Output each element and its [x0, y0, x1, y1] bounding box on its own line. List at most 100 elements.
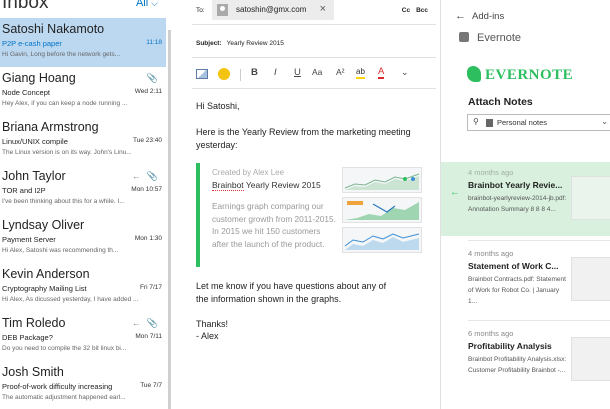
- body-greeting: Hi Satoshi,: [196, 101, 240, 111]
- superscript-button[interactable]: A²: [336, 67, 345, 77]
- message-time: Mon 10:57: [131, 186, 162, 193]
- formatting-toolbar: B I U Aa A² ab A ⌄: [196, 67, 436, 83]
- bcc-button[interactable]: Bcc: [416, 7, 428, 14]
- message-time: Fri 7/17: [139, 284, 162, 291]
- back-arrow-icon: ←: [455, 10, 466, 22]
- message-list-item[interactable]: Satoshi Nakamoto P2P e-cash paper 11:18 …: [0, 18, 166, 67]
- inbox-pane: Inbox All ⌵ Satoshi Nakamoto P2P e-cash p…: [0, 0, 172, 409]
- subject-field[interactable]: Subject: Yearly Review 2015: [196, 40, 284, 47]
- reply-icon: ←: [131, 171, 141, 181]
- thumbnail-chart-2: [342, 197, 422, 223]
- bold-button[interactable]: B: [251, 67, 258, 78]
- note-age: 4 months ago: [468, 168, 514, 177]
- notebook-select[interactable]: ⚲ Personal notes ⌄: [467, 114, 610, 131]
- back-to-addins-button[interactable]: ← Add-ins: [455, 10, 504, 22]
- note-age: 4 months ago: [468, 249, 514, 258]
- card-title: Brainbot Yearly Review 2015: [212, 180, 321, 191]
- italic-button[interactable]: I: [274, 67, 277, 78]
- note-title: Profitability Analysis: [468, 341, 552, 351]
- note-title: Brainbot Yearly Revie...: [468, 180, 563, 190]
- note-title: Statement of Work C...: [468, 261, 559, 271]
- message-list-item[interactable]: Josh Smith Proof-of-work difficulty incr…: [0, 361, 166, 409]
- inbox-header: Inbox All ⌵: [0, 0, 172, 18]
- attach-notes-heading: Attach Notes: [468, 96, 533, 108]
- attach-arrow-icon: ←: [450, 187, 460, 198]
- message-time: Mon 1:30: [134, 235, 162, 242]
- notebook-selected-value: Personal notes: [497, 118, 548, 127]
- cc-button[interactable]: Cc: [402, 7, 410, 14]
- card-thumbnail: [342, 167, 422, 253]
- inbox-filter-dropdown[interactable]: All ⌵: [136, 0, 158, 9]
- note-list-item[interactable]: ← 4 months ago Brainbot Yearly Revie... …: [441, 162, 610, 236]
- message-list-item[interactable]: Briana Armstrong Linux/UNIX compile Tue …: [0, 116, 166, 165]
- message-preview: Hi Alex, Satoshi was recommending th...: [2, 247, 119, 254]
- message-time: 11:18: [146, 39, 162, 46]
- message-preview: Hi Gavin, Long before the network gets..…: [2, 51, 121, 58]
- message-list-item[interactable]: John Taylor ← 📎 TOR and I2P Mon 10:57 I'v…: [0, 165, 166, 214]
- body-intro-line-2: yesterday:: [196, 140, 238, 150]
- thumbnail-chart-1: [342, 167, 422, 193]
- search-icon: ⚲: [473, 117, 479, 126]
- card-title-rest: Yearly Review 2015: [243, 180, 321, 190]
- message-list-item[interactable]: Lyndsay Oliver Payment Server Mon 1:30 H…: [0, 214, 166, 263]
- divider: [192, 24, 436, 25]
- chevron-down-icon: ⌄: [601, 117, 608, 126]
- thumbnail-graph: [344, 233, 420, 250]
- note-thumbnail: [571, 176, 610, 220]
- outlook-window: Inbox All ⌵ Satoshi Nakamoto P2P e-cash p…: [0, 0, 610, 409]
- message-sender: John Taylor: [2, 169, 66, 183]
- note-list-item[interactable]: 6 months ago Profitability Analysis Brai…: [441, 323, 610, 397]
- highlight-button[interactable]: ab: [356, 67, 365, 79]
- recipient-email: satoshin@gmx.com: [236, 5, 307, 14]
- inbox-scrollbar[interactable]: [168, 30, 171, 409]
- subject-label: Subject:: [196, 40, 222, 47]
- emoji-icon[interactable]: [218, 68, 230, 80]
- body-intro-line-1: Here is the Yearly Review from the marke…: [196, 127, 411, 137]
- inbox-title: Inbox: [2, 0, 49, 13]
- toolbar-separator: [240, 69, 241, 81]
- evernote-attached-note-card[interactable]: Created by Alex Lee Brainbot Yearly Revi…: [196, 163, 440, 267]
- more-options-chevron-icon[interactable]: ⌄: [401, 67, 409, 78]
- divider: [468, 320, 610, 321]
- message-preview: The automatic adjustment happened earl..…: [2, 394, 126, 401]
- evernote-logo-text: EVERNOTE: [485, 67, 574, 83]
- message-list-item[interactable]: Giang Hoang 📎 Node Concept Wed 2:11 Hey …: [0, 67, 166, 116]
- paperclip-icon: 📎: [146, 73, 158, 83]
- insert-picture-icon[interactable]: [196, 69, 208, 79]
- message-list-item[interactable]: Tim Roledo ← 📎 DEB Package? Mon 7/11 Do y…: [0, 312, 166, 361]
- recipient-chip[interactable]: satoshin@gmx.com ×: [212, 0, 334, 20]
- font-size-button[interactable]: Aa: [312, 67, 322, 77]
- underline-button[interactable]: U: [294, 67, 301, 78]
- remove-recipient-icon[interactable]: ×: [320, 3, 326, 15]
- subject-value: Yearly Review 2015: [226, 40, 284, 47]
- thumbnail-graph: [344, 173, 420, 190]
- message-sender: Satoshi Nakamoto: [2, 22, 105, 36]
- message-sender: Giang Hoang: [2, 71, 76, 85]
- note-snippet: Brainbot Contracts.pdf: Statement of Wor…: [468, 276, 566, 305]
- message-preview: Do you need to compile the 32 bit linux …: [2, 345, 127, 352]
- to-label: To:: [196, 7, 205, 14]
- note-snippet: Brainbot Profitability Analysis.xlsx: Cu…: [468, 356, 567, 374]
- message-time: Mon 7/11: [135, 333, 162, 340]
- card-author: Created by Alex Lee: [212, 168, 285, 177]
- message-subject: Node Concept: [2, 88, 50, 97]
- paperclip-icon: 📎: [146, 318, 158, 328]
- note-list-item[interactable]: 4 months ago Statement of Work C... Brai…: [441, 243, 610, 317]
- message-subject: Linux/UNIX compile: [2, 137, 68, 146]
- note-age: 6 months ago: [468, 329, 514, 338]
- divider: [192, 88, 436, 89]
- thumbnail-chart-3: [342, 227, 422, 253]
- message-list-item[interactable]: Kevin Anderson Cryptography Mailing List…: [0, 263, 166, 312]
- paperclip-icon: 📎: [146, 171, 158, 181]
- message-preview: The Linux version is on its way. John's …: [2, 149, 132, 156]
- font-color-button[interactable]: A: [378, 67, 385, 79]
- avatar: [217, 4, 228, 16]
- message-time: Wed 2:11: [134, 88, 162, 95]
- divider: [468, 240, 610, 241]
- message-sender: Briana Armstrong: [2, 120, 99, 134]
- message-sender: Tim Roledo: [2, 316, 66, 330]
- message-preview: I've been thinking about this for a whil…: [2, 198, 125, 205]
- body-signoff-1: Thanks!: [196, 319, 229, 329]
- body-outro-line-2: the information shown in the graphs.: [196, 294, 342, 304]
- card-accent-bar: [196, 163, 200, 267]
